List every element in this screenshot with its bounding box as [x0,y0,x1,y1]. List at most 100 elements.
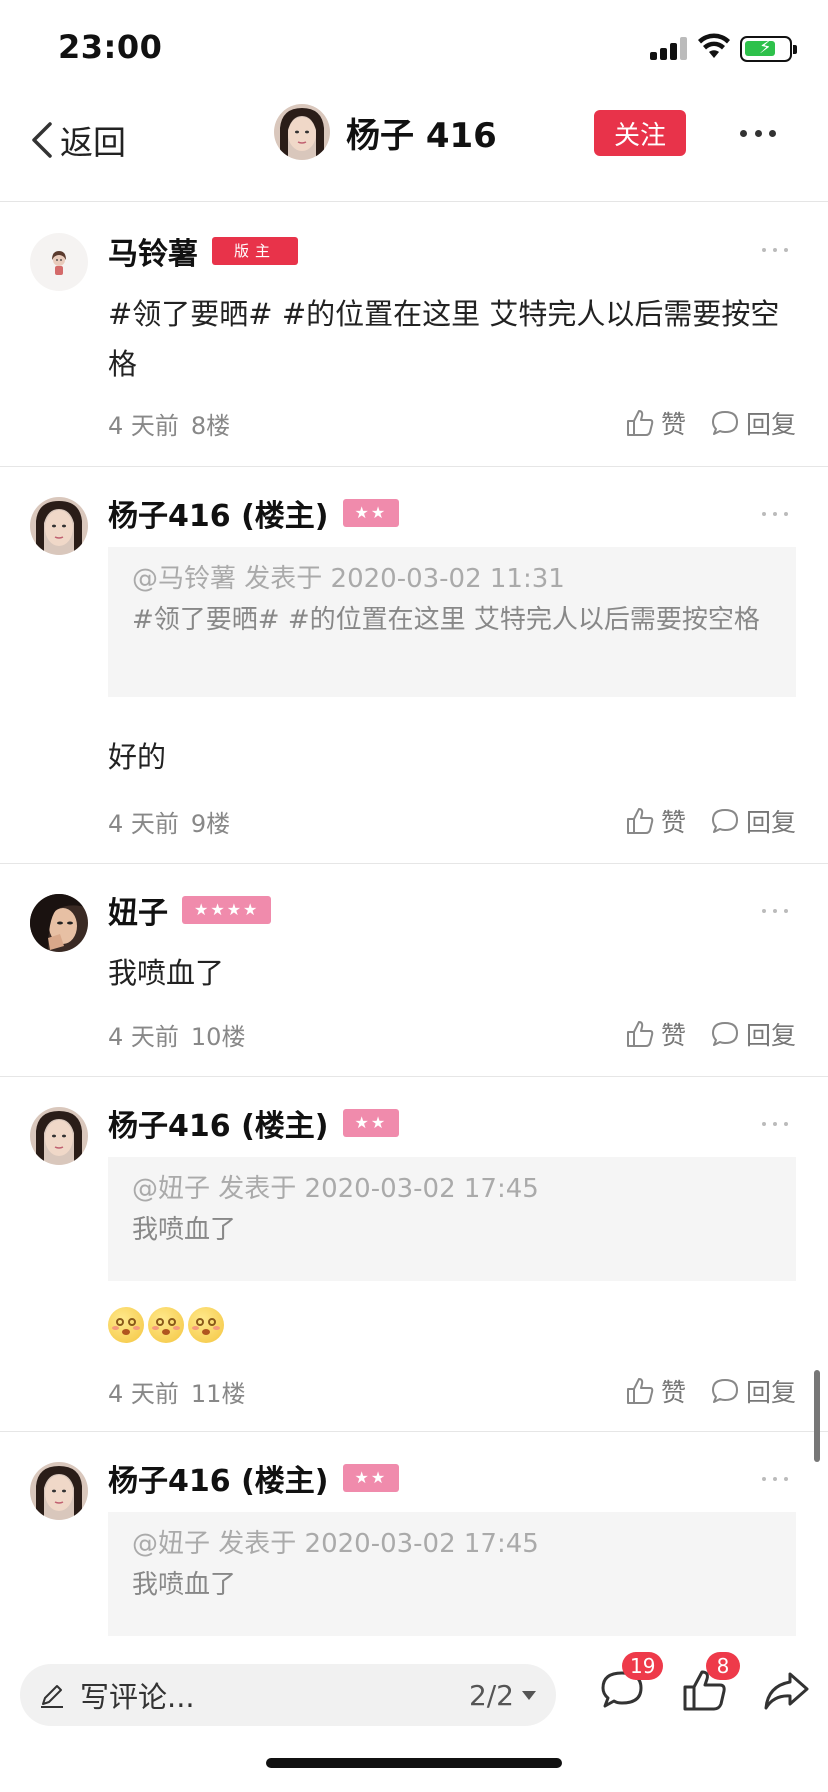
comment-header: 杨子416 (楼主) ★★ [108,491,400,535]
nav-username: 杨子 416 [346,115,497,156]
comment-footer: 4 天前 10楼 赞 回复 [108,1014,796,1054]
quoted-comment: @马铃薯 发表于 2020-03-02 11:31 #领了要晒# #的位置在这里… [108,547,796,697]
comment-header: 杨子416 (楼主) ★★ [108,1101,400,1145]
page-selector[interactable]: 2/2 [469,1679,536,1712]
comment-author[interactable]: 马铃薯 [108,229,198,273]
comments-button[interactable]: 19 [598,1652,664,1718]
avatar[interactable] [30,894,88,952]
comment-footer: 4 天前 8楼 赞 回复 [108,403,796,443]
like-label: 赞 [660,1378,686,1407]
comment-item: 马铃薯 版主 #领了要晒# #的位置在这里 艾特完人以后需要按空格 4 天前 8… [0,203,828,467]
avatar[interactable] [30,233,88,291]
wifi-icon [698,33,730,58]
comment-text: 我喷血了 [108,956,225,990]
comment-author[interactable]: 妞子 [108,888,168,932]
level-badge: ★★ [342,1109,400,1137]
level-badge: ★★ [342,499,400,527]
bottom-bar: 写评论... 2/2 19 8 [0,1648,828,1792]
like-label: 赞 [660,410,686,439]
follow-button[interactable]: 关注 [594,110,686,156]
back-button[interactable]: 返回 [28,112,126,168]
nav-user[interactable]: 杨子 416 [274,104,497,160]
back-label: 返回 [60,123,126,162]
comment-text: 好的 [108,740,167,774]
like-count-badge: 8 [706,1652,740,1680]
reply-button[interactable]: 回复 [710,1016,796,1052]
comment-bubble-icon [711,1379,738,1403]
comment-header: 杨子416 (楼主) ★★ [108,1456,400,1500]
like-label: 赞 [660,1021,686,1050]
comment-more-icon[interactable] [762,907,788,915]
comment-time: 4 天前 [108,1022,179,1051]
comment-author[interactable]: 杨子416 (楼主) [108,1456,329,1500]
more-options-icon[interactable] [740,126,776,140]
avatar[interactable] [30,1462,88,1520]
blush-emoji-icon [148,1307,184,1343]
like-button[interactable]: 赞 [625,405,686,441]
signal-icon [650,36,692,60]
home-indicator [266,1758,562,1768]
comment-more-icon[interactable] [762,1475,788,1483]
comment-footer: 4 天前 11楼 赞 回复 [108,1371,796,1411]
quoted-comment: @妞子 发表于 2020-03-02 17:45 我喷血了 [108,1157,796,1281]
comment-more-icon[interactable] [762,510,788,518]
like-label: 赞 [660,808,686,837]
comment-author[interactable]: 杨子416 (楼主) [108,491,329,535]
avatar[interactable] [30,1107,88,1165]
comment-input[interactable]: 写评论... 2/2 [20,1664,556,1726]
quote-meta: @妞子 发表于 2020-03-02 17:45 [132,1529,539,1559]
reply-button[interactable]: 回复 [710,803,796,839]
share-button[interactable] [762,1666,814,1718]
comment-header: 马铃薯 版主 [108,229,299,273]
page-indicator: 2/2 [468,1678,514,1712]
blush-emoji-icon [108,1307,144,1343]
quote-meta: @马铃薯 发表于 2020-03-02 11:31 [132,564,565,594]
comment-item: 杨子416 (楼主) ★★ @马铃薯 发表于 2020-03-02 11:31 … [0,467,828,864]
comment-floor: 9楼 [190,809,231,838]
reply-button[interactable]: 回复 [710,1373,796,1409]
comment-item: 杨子416 (楼主) ★★ @妞子 发表于 2020-03-02 17:45 我… [0,1077,828,1432]
status-bar: 23:00 ⚡ [0,0,828,90]
comment-more-icon[interactable] [762,246,788,254]
comment-bubble-icon [711,411,738,435]
comment-bubble-icon [711,809,738,833]
thumbs-up-icon [626,1021,654,1047]
comment-floor: 8楼 [190,411,231,440]
like-button[interactable]: 赞 [625,1373,686,1409]
chevron-left-icon [32,122,52,158]
like-post-button[interactable]: 8 [680,1652,740,1718]
level-badge: ★★ [342,1464,400,1492]
moderator-badge: 版主 [212,237,299,265]
comment-footer: 4 天前 9楼 赞 回复 [108,801,796,841]
like-button[interactable]: 赞 [625,1016,686,1052]
comment-floor: 11楼 [190,1379,246,1408]
thumbs-up-icon [626,1378,654,1404]
comment-actions: 赞 回复 [601,405,796,441]
status-time: 23:00 [58,28,163,66]
comment-floor: 10楼 [190,1022,246,1051]
like-button[interactable]: 赞 [625,803,686,839]
comment-time: 4 天前 [108,1379,179,1408]
comment-item: 杨子416 (楼主) ★★ @妞子 发表于 2020-03-02 17:45 我… [0,1432,828,1648]
quote-meta: @妞子 发表于 2020-03-02 17:45 [132,1174,539,1204]
reply-label: 回复 [745,1378,796,1407]
nav-bar: 返回 杨子 416 关注 [0,90,828,202]
quote-text: #领了要晒# #的位置在这里 艾特完人以后需要按空格 [132,605,760,635]
reply-label: 回复 [745,808,796,837]
comment-text: #领了要晒# #的位置在这里 艾特完人以后需要按空格 [108,297,780,381]
battery-icon: ⚡ [740,36,797,62]
emoji-row [108,1307,224,1343]
comment-author[interactable]: 杨子416 (楼主) [108,1101,329,1145]
comment-time: 4 天前 [108,809,179,838]
comment-placeholder: 写评论... [80,1680,195,1714]
scrollbar[interactable] [814,1370,820,1462]
avatar[interactable] [30,497,88,555]
comment-header: 妞子 ★★★★ [108,888,272,932]
comment-item: 妞子 ★★★★ 我喷血了 4 天前 10楼 赞 回复 [0,864,828,1077]
avatar[interactable] [274,104,330,160]
comment-more-icon[interactable] [762,1120,788,1128]
comment-count-badge: 19 [622,1652,664,1680]
thumbs-up-icon [626,808,654,834]
reply-button[interactable]: 回复 [710,405,796,441]
comment-actions: 赞 回复 [601,803,796,839]
